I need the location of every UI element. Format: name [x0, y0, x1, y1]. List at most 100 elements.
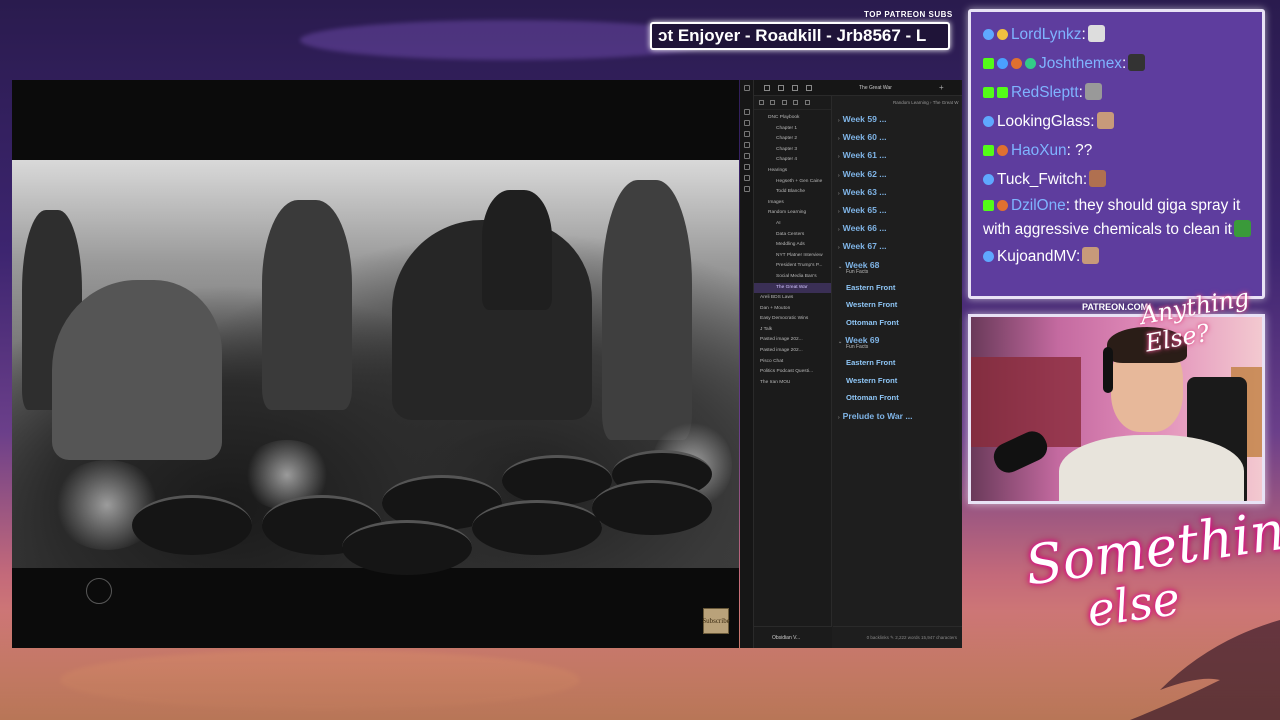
file-tree-item[interactable]: The Iran MOU — [754, 378, 831, 389]
tab-the-great-war[interactable]: The Great War — [859, 85, 892, 91]
command-icon[interactable] — [743, 153, 750, 159]
chat-username[interactable]: LookingGlass — [997, 113, 1090, 130]
graph-icon[interactable] — [743, 120, 750, 126]
files-icon[interactable] — [743, 109, 750, 115]
heading-week[interactable]: › Week 65 ... — [838, 201, 962, 219]
new-folder-icon[interactable] — [770, 100, 776, 105]
bookmark-icon[interactable] — [792, 85, 798, 91]
file-tree-item[interactable]: Chapter 2 — [754, 134, 831, 145]
folder-icon[interactable] — [764, 85, 770, 91]
sidebar-toggle-icon[interactable] — [743, 85, 750, 91]
file-icon[interactable] — [806, 85, 812, 91]
heading-front[interactable]: Western Front — [846, 296, 962, 314]
chevron-right-icon[interactable]: › — [838, 209, 840, 215]
video-player[interactable]: Subscribe — [12, 80, 739, 648]
file-tree-item[interactable]: Hearings — [754, 166, 831, 177]
chevron-right-icon[interactable]: › — [838, 136, 840, 142]
chat-username[interactable]: HaoXun — [1011, 142, 1067, 159]
file-tree-item[interactable]: Hegseth + Gen Caine — [754, 177, 831, 188]
file-tree-item[interactable]: Chapter 4 — [754, 155, 831, 166]
chevron-down-icon[interactable]: ⌄ — [838, 264, 842, 270]
file-tree-item[interactable]: Pisco Chat — [754, 357, 831, 368]
terminal-icon[interactable] — [743, 175, 750, 181]
close-icon[interactable] — [804, 100, 810, 105]
mod-badge-icon — [997, 87, 1008, 98]
file-tree-item[interactable]: Social Media Ban's — [754, 272, 831, 283]
new-note-icon[interactable] — [759, 100, 764, 105]
heading-front[interactable]: Ottoman Front — [846, 389, 962, 407]
heading-week[interactable]: › Week 63 ... — [838, 183, 962, 201]
chevron-right-icon[interactable]: › — [838, 415, 840, 421]
obsidian-tab-bar: The Great War + — [754, 80, 962, 96]
heading-front[interactable]: Eastern Front — [846, 354, 962, 372]
chat-message: Tuck_Fwitch: — [983, 165, 1254, 194]
heading-week[interactable]: › Week 61 ... — [838, 146, 962, 164]
file-tree-item[interactable]: DNC Playbook — [754, 113, 831, 124]
chat-username[interactable]: KujoandMV — [997, 248, 1076, 265]
file-tree-item[interactable]: Areli BDS Laws — [754, 293, 831, 304]
file-tree-item[interactable]: J Talk — [754, 325, 831, 336]
file-tree-item[interactable]: Easy Democratic Wins — [754, 314, 831, 325]
chat-username[interactable]: Joshthemex — [1039, 55, 1122, 72]
publish-icon[interactable] — [743, 186, 750, 192]
new-tab-button[interactable]: + — [939, 83, 944, 92]
vault-switcher[interactable]: Obsidian V... — [754, 626, 832, 648]
chevron-right-icon[interactable]: › — [838, 191, 840, 197]
chat-username[interactable]: DzilOne — [1011, 197, 1066, 214]
file-tree-item[interactable]: Todd Blanche — [754, 187, 831, 198]
dog-emote-icon — [1087, 25, 1105, 42]
twitch-prime-badge-icon — [983, 251, 994, 262]
heading-text: Week 66 ... — [842, 223, 887, 234]
chat-username[interactable]: Tuck_Fwitch — [997, 171, 1083, 188]
heading-text: Week 60 ... — [842, 132, 887, 143]
note-outline: › Week 59 ... › Week 60 ... › Week 61 ... › Wee… — [833, 110, 962, 425]
collapse-icon[interactable] — [793, 100, 799, 105]
file-tree-item[interactable]: NYT Platner Interview — [754, 251, 831, 262]
heading-text: Week 62 ... — [842, 168, 887, 179]
file-tree-item[interactable]: Politics Podcast Questi... — [754, 367, 831, 378]
chevron-right-icon[interactable]: › — [838, 245, 840, 251]
chevron-right-icon[interactable]: › — [838, 227, 840, 233]
chevron-right-icon[interactable]: › — [838, 118, 840, 124]
calendar-icon[interactable] — [743, 131, 750, 137]
file-tree-item[interactable]: AI — [754, 219, 831, 230]
file-tree-item[interactable]: Dan + Mouton — [754, 304, 831, 315]
chevron-down-icon[interactable]: ⌄ — [838, 339, 842, 345]
heading-week[interactable]: › Week 59 ... — [838, 110, 962, 128]
file-tree-item[interactable]: Meddling Ads — [754, 240, 831, 251]
chat-username[interactable]: RedSleptt — [1011, 84, 1079, 101]
status-bar: 0 backlinks ✎ 2,222 words 15,947 charact… — [833, 626, 962, 648]
subscribe-button[interactable]: Subscribe — [702, 608, 730, 634]
chat-username[interactable]: LordLynkz — [1011, 26, 1081, 43]
heading-front[interactable]: Eastern Front — [846, 279, 962, 297]
file-tree-item[interactable]: Data Centers — [754, 230, 831, 241]
file-tree-item[interactable]: Chapter 1 — [754, 124, 831, 135]
heading-week[interactable]: › Week 60 ... — [838, 128, 962, 146]
file-tree-item[interactable]: Images — [754, 198, 831, 209]
heading-front[interactable]: Ottoman Front — [846, 314, 962, 332]
heading-text: Western Front — [846, 375, 898, 385]
chevron-right-icon[interactable]: › — [838, 173, 840, 179]
sort-icon[interactable] — [781, 100, 787, 105]
file-tree-item[interactable]: The Great War — [754, 282, 831, 294]
chat-text: : — [1082, 171, 1088, 188]
search-icon[interactable] — [778, 85, 784, 91]
file-explorer-toolbar — [754, 96, 831, 110]
heading-week[interactable]: › Week 62 ... — [838, 165, 962, 183]
template-icon[interactable] — [743, 164, 750, 170]
heading-front[interactable]: Western Front — [846, 372, 962, 390]
file-tree-item[interactable]: Chapter 3 — [754, 145, 831, 156]
file-tree-item[interactable]: Pasted image 202... — [754, 335, 831, 346]
chat-message: RedSleptt: — [983, 78, 1254, 107]
top-patreon-subs-label: TOP PATREON SUBS — [864, 10, 953, 19]
file-tree-item[interactable]: President Trump's P... — [754, 261, 831, 272]
canvas-icon[interactable] — [743, 142, 750, 148]
chevron-right-icon[interactable]: › — [838, 154, 840, 160]
heading-week[interactable]: › Prelude to War ... — [838, 407, 962, 425]
file-tree-item[interactable]: Pasted image 202... — [754, 346, 831, 357]
heading-week[interactable]: › Week 67 ... — [838, 237, 962, 255]
heading-week[interactable]: › Week 66 ... — [838, 219, 962, 237]
chat-text: : — [1076, 248, 1081, 265]
file-tree-item[interactable]: Random Learning — [754, 208, 831, 219]
heading-text: Week 63 ... — [842, 186, 887, 197]
